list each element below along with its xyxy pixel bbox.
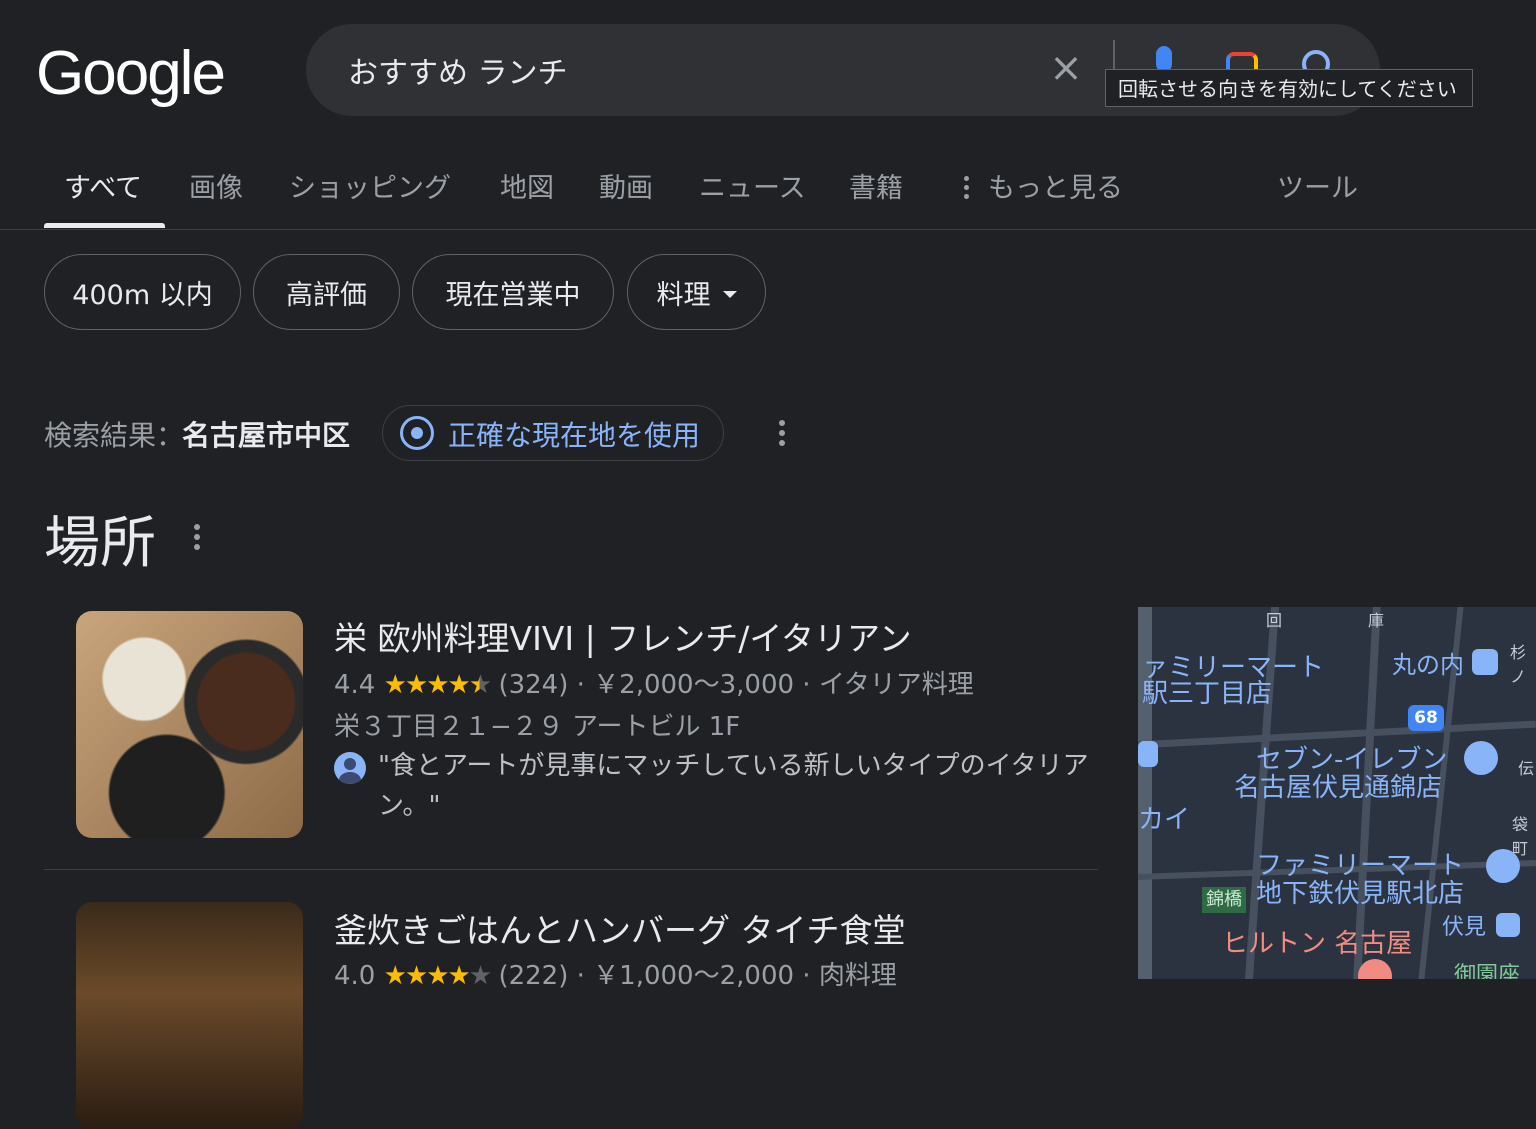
- map-label: 袋町: [1512, 815, 1529, 858]
- restaurant-meta: 4.4 ★★★★★ (324) · ￥2,000～3,000 · イタリア料理: [334, 670, 974, 700]
- star-rating-icon: ★★★★★: [383, 670, 493, 700]
- use-precise-location-label[interactable]: 正確な現在地を使用: [448, 414, 700, 454]
- convenience-store-pin-icon[interactable]: [1486, 849, 1520, 883]
- map-label: 地下鉄伏見駅北店: [1256, 879, 1465, 909]
- chip-label: 現在営業中: [445, 279, 581, 311]
- user-avatar-icon: [334, 752, 366, 784]
- places-heading: 場所: [44, 511, 156, 576]
- subway-icon: [1496, 913, 1520, 937]
- review-count: (222): [498, 961, 569, 991]
- restaurant-name[interactable]: 釜炊きごはんとハンバーグ タイチ食堂: [334, 904, 906, 952]
- tab-shopping[interactable]: ショッピング: [289, 166, 451, 205]
- tab-maps[interactable]: 地図: [500, 166, 554, 205]
- map-label: 杉ノ: [1510, 643, 1527, 686]
- category: イタリア料理: [818, 670, 974, 700]
- dropdown-arrow-icon: [722, 290, 737, 298]
- restaurant-name[interactable]: 栄 欧州料理VIVI | フレンチ/イタリアン: [334, 612, 912, 660]
- tab-all[interactable]: すべて: [64, 166, 142, 205]
- search-input[interactable]: おすすめ ランチ: [348, 48, 568, 92]
- rating: 4.0: [334, 961, 376, 991]
- map-label: 名古屋伏見通錦店: [1234, 773, 1443, 803]
- map-label: 駅三丁目店: [1142, 679, 1273, 709]
- review-count: (324): [498, 670, 569, 700]
- route-shield: 68: [1408, 705, 1444, 731]
- map[interactable]: 回 庫 ァミリーマート 駅三丁目店 丸の内 杉ノ 68 セブン-イレブン 名古屋…: [1138, 607, 1536, 979]
- google-logo[interactable]: Google: [36, 38, 226, 109]
- tab-videos[interactable]: 動画: [599, 166, 653, 205]
- location-more-icon[interactable]: [779, 420, 785, 450]
- places-more-icon[interactable]: [194, 524, 200, 554]
- chip-top-rated[interactable]: 高評価: [253, 254, 400, 330]
- clear-icon[interactable]: ×: [1046, 48, 1086, 88]
- active-tab-indicator: [44, 223, 165, 228]
- chip-label: 400m 以内: [72, 279, 213, 311]
- subway-icon: [1472, 649, 1498, 675]
- result-divider: [44, 869, 1098, 870]
- subway-icon: [1138, 741, 1158, 767]
- restaurant-photo[interactable]: [76, 611, 303, 838]
- chip-open-now[interactable]: 現在営業中: [412, 254, 614, 330]
- restaurant-photo[interactable]: [76, 902, 303, 1129]
- chip-label: 高評価: [286, 279, 367, 311]
- hotel-pin-icon[interactable]: [1358, 959, 1392, 979]
- restaurant-address: 栄３丁目２１−２９ アートビル 1F: [334, 712, 741, 742]
- price-range: ￥1,000～2,000: [593, 961, 795, 991]
- map-label: 庫: [1368, 611, 1385, 630]
- location-place: 名古屋市中区: [182, 419, 351, 452]
- review-snippet: "食とアートが見事にマッチしている新しいタイプのイタリアン。": [378, 751, 1089, 821]
- chip-within-400m[interactable]: 400m 以内: [44, 254, 241, 330]
- category: 肉料理: [818, 961, 897, 991]
- tab-images[interactable]: 画像: [189, 166, 243, 205]
- rating: 4.4: [334, 670, 376, 700]
- map-label: 伝: [1518, 759, 1535, 778]
- map-label: 錦橋: [1202, 887, 1246, 913]
- chip-cuisine[interactable]: 料理: [627, 254, 766, 330]
- tab-books[interactable]: 書籍: [849, 166, 903, 205]
- tab-divider: [0, 229, 1536, 230]
- tab-more[interactable]: もっと見る: [988, 166, 1123, 205]
- map-label: 丸の内: [1392, 651, 1464, 679]
- map-label: 伏見: [1442, 915, 1487, 940]
- my-location-icon: [400, 416, 434, 450]
- tab-tools[interactable]: ツール: [1277, 166, 1358, 205]
- map-label: 回: [1266, 611, 1283, 630]
- tooltip: 回転させる向きを有効にしてください: [1105, 69, 1473, 107]
- more-vert-icon[interactable]: [964, 176, 970, 203]
- map-label: ヒルトン 名古屋: [1222, 929, 1413, 959]
- chip-label: 料理: [656, 279, 711, 311]
- convenience-store-pin-icon[interactable]: [1464, 741, 1498, 775]
- tab-news[interactable]: ニュース: [699, 166, 806, 205]
- map-label: カイ: [1138, 805, 1191, 835]
- star-rating-icon: ★★★★★: [383, 961, 493, 991]
- map-label: 御園座: [1454, 963, 1521, 979]
- location-label: 検索結果：: [44, 419, 185, 452]
- restaurant-meta: 4.0 ★★★★★ (222) · ￥1,000～2,000 · 肉料理: [334, 961, 897, 991]
- price-range: ￥2,000～3,000: [593, 670, 795, 700]
